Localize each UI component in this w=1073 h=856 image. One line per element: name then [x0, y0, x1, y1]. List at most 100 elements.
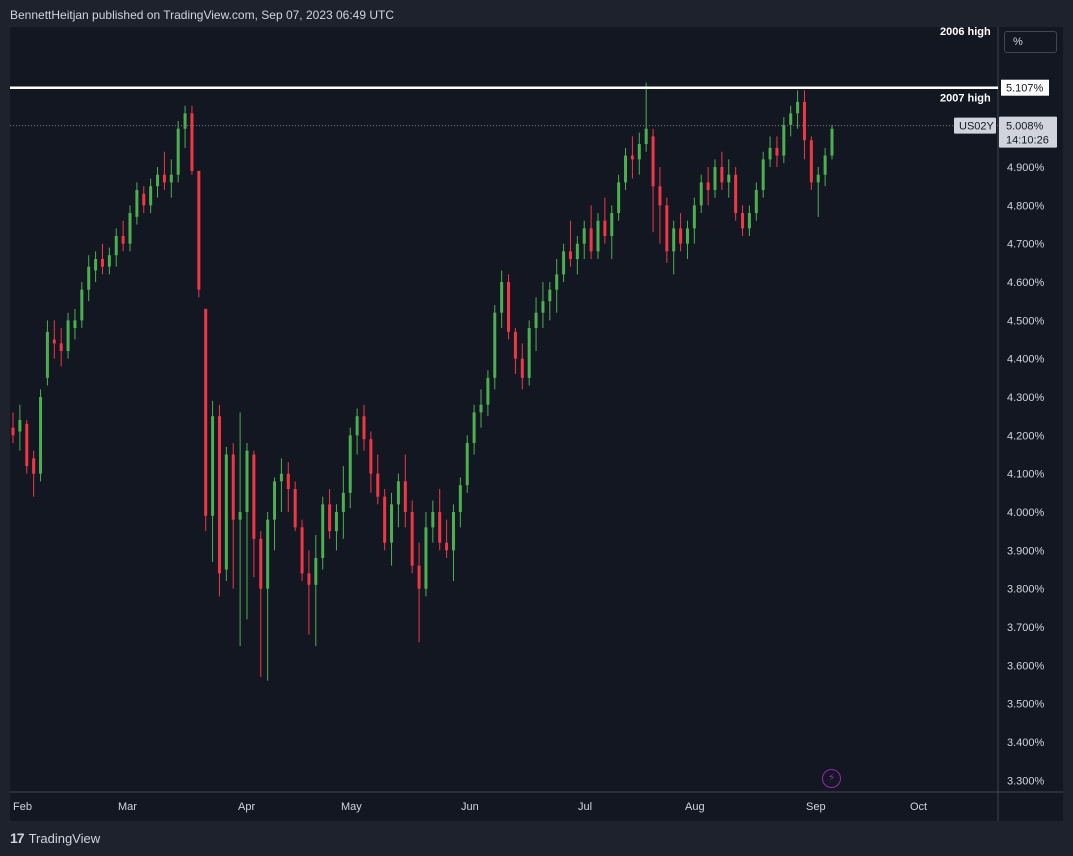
candle-body — [211, 416, 215, 516]
candle-body — [32, 458, 36, 474]
candle-body — [555, 274, 559, 290]
candle-body — [802, 101, 806, 141]
candle-body — [100, 259, 104, 267]
candle-body — [747, 213, 751, 229]
candle-body — [431, 512, 435, 528]
candle-body — [25, 423, 29, 467]
price-tick-label: 4.300% — [1007, 392, 1045, 404]
candle-body — [438, 512, 442, 543]
candle-body — [80, 289, 84, 321]
candle-body — [224, 454, 228, 570]
candle-body — [706, 182, 710, 191]
candle-body — [39, 397, 43, 474]
candle-body — [500, 282, 504, 313]
candle-body — [699, 182, 703, 206]
candle-body — [789, 113, 793, 125]
candle-body — [135, 190, 139, 217]
candle-body — [328, 504, 332, 532]
lightning-icon[interactable]: ⚡ — [822, 769, 841, 788]
candle-body — [507, 282, 511, 332]
candle-body — [809, 140, 813, 183]
price-tick-label: 3.700% — [1007, 622, 1045, 634]
candle-body — [465, 443, 469, 486]
candle-body — [486, 377, 490, 405]
candle-body — [451, 512, 455, 551]
candle-body — [685, 228, 689, 244]
candle-body — [383, 496, 387, 543]
candle-body — [293, 489, 297, 528]
candle-body — [568, 251, 572, 260]
candle-body — [390, 504, 394, 543]
time-tick-label: Jun — [461, 801, 479, 813]
price-tick-label: 4.600% — [1007, 277, 1045, 289]
candle-body — [321, 504, 325, 559]
tradingview-brand-text: TradingView — [28, 830, 101, 846]
candle-body — [679, 228, 683, 244]
candle-body — [396, 481, 400, 505]
candle-body — [238, 512, 242, 520]
candle-body — [204, 308, 208, 516]
price-tick-label: 4.200% — [1007, 430, 1045, 442]
candle-body — [472, 412, 476, 444]
candle-body — [596, 220, 600, 252]
candle-body — [520, 358, 524, 378]
candle-body — [348, 435, 352, 493]
candle-body — [534, 312, 538, 329]
candle-body — [259, 538, 263, 589]
candle-body — [624, 155, 628, 183]
candle-body — [217, 416, 221, 574]
candle-body — [541, 301, 545, 313]
price-tick-label: 4.400% — [1007, 354, 1045, 366]
last-price-value: 5.008% — [1006, 121, 1044, 133]
candlestick-chart[interactable]: 5.000%4.900%4.800%4.700%4.600%4.500%4.40… — [10, 27, 1063, 821]
time-tick-label: Jul — [578, 801, 592, 813]
chart-pane[interactable]: 5.000%4.900%4.800%4.700%4.600%4.500%4.40… — [10, 27, 1063, 821]
candle-body — [142, 193, 146, 206]
candle-body — [162, 174, 166, 183]
tradingview-logo[interactable]: 17 TradingView — [10, 830, 100, 846]
candle-body — [830, 128, 834, 156]
price-tick-label: 3.300% — [1007, 775, 1045, 787]
tradingview-mark-icon: 17 — [10, 830, 25, 846]
price-tick-label: 4.900% — [1007, 162, 1045, 174]
candle-body — [128, 213, 132, 244]
candle-body — [734, 174, 738, 214]
level-2007-high-label: 2007 high — [940, 93, 991, 105]
candle-body — [149, 186, 153, 206]
time-tick-label: Mar — [118, 801, 137, 813]
candle-body — [183, 113, 187, 129]
candle-body — [73, 320, 77, 329]
candle-body — [176, 128, 180, 175]
price-tick-label: 3.400% — [1007, 737, 1045, 749]
candle-body — [610, 213, 614, 237]
price-tick-label: 3.500% — [1007, 699, 1045, 711]
symbol-tag-label: US02Y — [959, 121, 995, 133]
percent-scale-button[interactable]: % — [1004, 31, 1057, 53]
time-tick-label: May — [341, 801, 362, 813]
candle-body — [114, 236, 118, 256]
candle-body — [169, 174, 173, 183]
candle-body — [644, 128, 648, 145]
candle-body — [121, 236, 125, 244]
candle-body — [527, 328, 531, 378]
price-tick-label: 3.800% — [1007, 584, 1045, 596]
candle-body — [796, 101, 800, 114]
candle-body — [816, 174, 820, 183]
candle-body — [617, 182, 621, 214]
publisher-info: BennettHeitjan published on TradingView.… — [10, 8, 395, 22]
candle-body — [376, 473, 380, 497]
candle-body — [334, 512, 338, 532]
candle-body — [59, 343, 63, 352]
candle-body — [11, 427, 15, 436]
price-tick-label: 3.900% — [1007, 545, 1045, 557]
price-tick-label: 3.600% — [1007, 660, 1045, 672]
time-tick-label: Aug — [685, 801, 705, 813]
candle-body — [410, 512, 414, 566]
candle-body — [493, 312, 497, 378]
candle-body — [341, 492, 345, 513]
candle-body — [355, 416, 359, 436]
price-tick-label: 4.000% — [1007, 507, 1045, 519]
candle-body — [720, 167, 724, 183]
bar-countdown: 14:10:26 — [1006, 135, 1049, 147]
candle-body — [575, 243, 579, 260]
